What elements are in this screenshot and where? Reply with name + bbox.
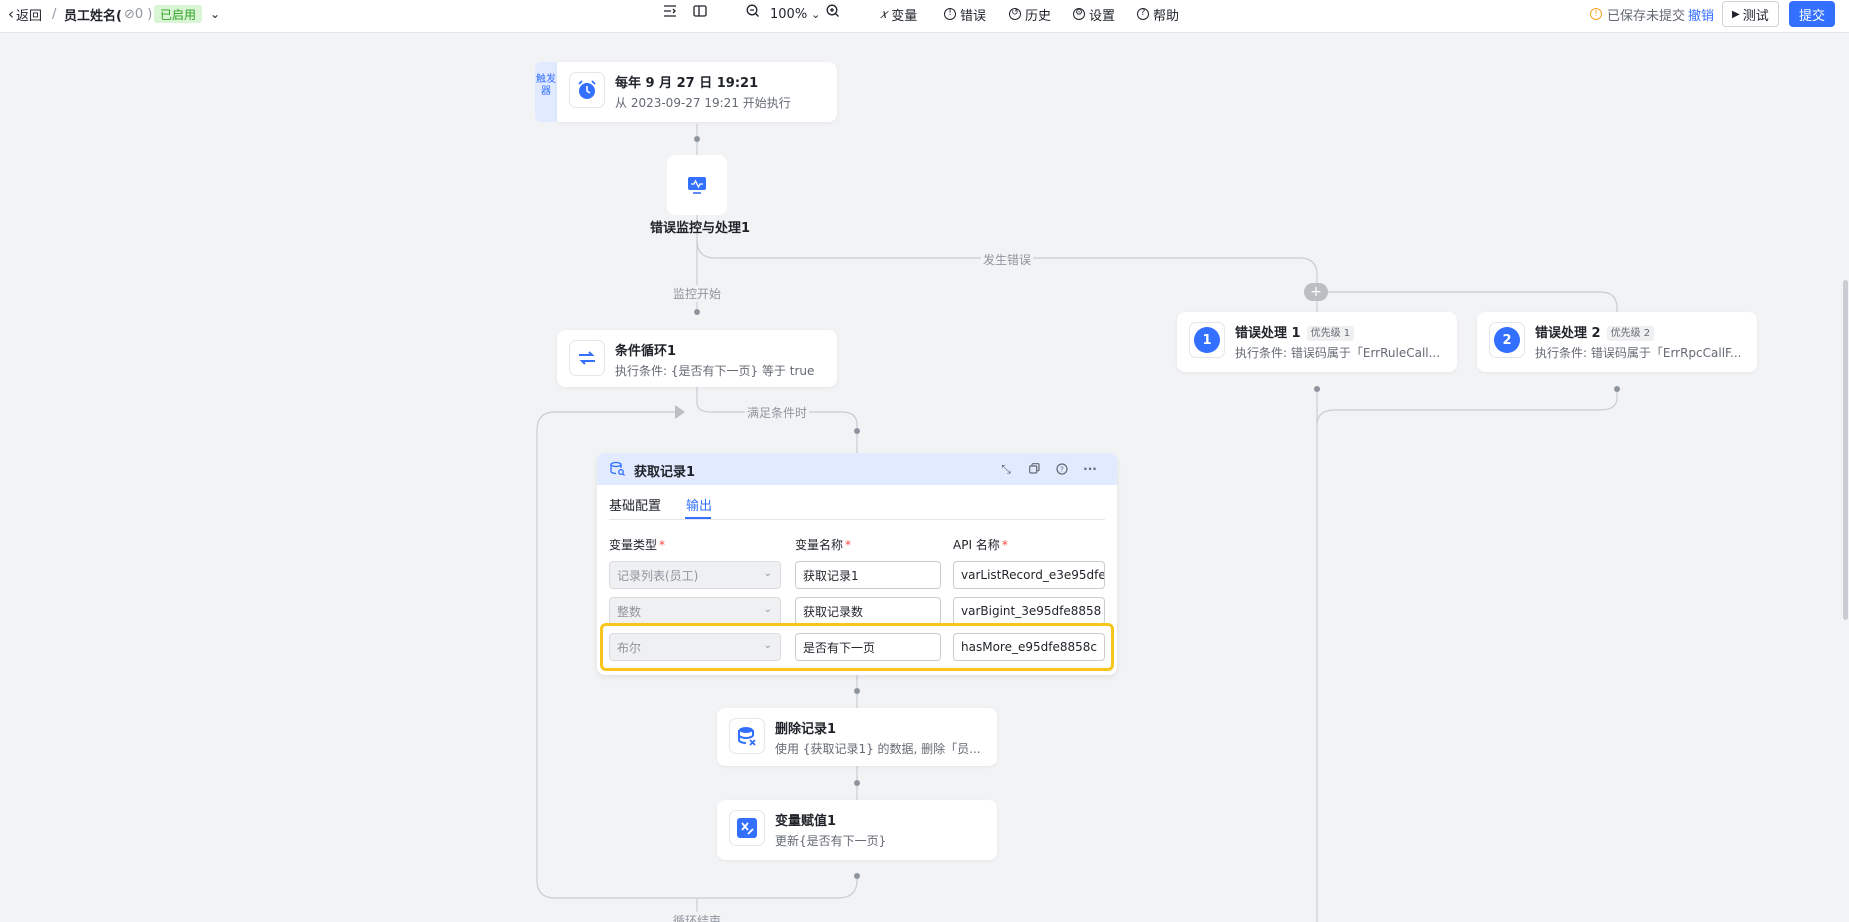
col-header-var-name: 变量名称 * xyxy=(795,536,851,553)
priority-badge: 优先级 2 xyxy=(1606,326,1655,341)
var-type-select[interactable]: 记录列表(员工) ⌄ xyxy=(609,561,781,589)
error-handler-title-text: 错误处理 1 xyxy=(1235,326,1301,341)
col-header-text: 变量类型 xyxy=(609,538,658,552)
var-type-value: 记录列表(员工) xyxy=(617,568,699,583)
panel-title: 获取记录1 xyxy=(634,465,696,480)
panel-header: 获取记录1 ⤡ ? ··· xyxy=(597,453,1117,485)
edge-label-loop-end: 循环结束 xyxy=(671,912,724,922)
required-mark: * xyxy=(1001,538,1008,552)
trigger-tag: 触发器 xyxy=(535,62,557,122)
vertical-scrollbar[interactable] xyxy=(1843,280,1848,620)
error-handler-badge: 1 xyxy=(1189,322,1225,358)
loop-title: 条件循环1 xyxy=(615,344,677,359)
priority-number: 1 xyxy=(1194,327,1220,353)
tab-basic-config[interactable]: 基础配置 xyxy=(609,495,661,514)
trigger-desc: 从 2023-09-27 19:21 开始执行 xyxy=(615,96,791,110)
database-search-icon xyxy=(609,461,625,481)
tab-active-indicator xyxy=(685,517,711,519)
trigger-title: 每年 9 月 27 日 19:21 xyxy=(615,76,759,91)
col-header-text: API 名称 xyxy=(953,538,1000,552)
edge-label-condition-met: 满足条件时 xyxy=(745,404,810,421)
assign-desc: 更新{是否有下一页} xyxy=(775,834,887,848)
add-branch-button[interactable]: + xyxy=(1304,283,1328,301)
var-type-value: 整数 xyxy=(617,604,642,619)
error-handler-badge: 2 xyxy=(1489,322,1525,358)
edge-label-on-error: 发生错误 xyxy=(981,251,1034,268)
col-header-api-name: API 名称 * xyxy=(953,536,1008,553)
alarm-clock-icon xyxy=(569,72,605,108)
more-icon[interactable]: ··· xyxy=(1081,460,1099,478)
assign-title: 变量赋值1 xyxy=(775,814,837,829)
loop-desc: 执行条件: {是否有下一页} 等于 true xyxy=(615,364,815,378)
delete-records-node[interactable]: 删除记录1 使用 {获取记录1} 的数据, 删除「员... xyxy=(717,708,997,766)
highlight-box xyxy=(600,623,1114,671)
error-handler-node[interactable]: 2 错误处理 2 优先级 2 执行条件: 错误码属于「ErrRpcCallF... xyxy=(1477,312,1757,372)
tab-output[interactable]: 输出 xyxy=(686,495,712,514)
var-type-select[interactable]: 整数 ⌄ xyxy=(609,597,781,625)
error-handler-desc: 执行条件: 错误码属于「ErrRpcCallF... xyxy=(1535,346,1742,360)
priority-badge: 优先级 1 xyxy=(1306,326,1355,341)
variable-assign-icon xyxy=(729,810,765,846)
help-icon[interactable]: ? xyxy=(1053,460,1071,478)
trigger-node[interactable]: 每年 9 月 27 日 19:21 从 2023-09-27 19:21 开始执… xyxy=(557,62,837,122)
priority-number: 2 xyxy=(1494,327,1520,353)
error-monitor-label: 错误监控与处理1 xyxy=(650,221,751,236)
col-header-var-type: 变量类型 * xyxy=(609,536,665,553)
loop-icon xyxy=(569,340,605,376)
var-name-input[interactable]: 获取记录1 xyxy=(795,561,941,589)
tab-divider xyxy=(609,519,1105,520)
database-delete-icon xyxy=(729,718,765,754)
error-handler-title-text: 错误处理 2 xyxy=(1535,326,1601,341)
error-handler-desc: 执行条件: 错误码属于「ErrRuleCall... xyxy=(1235,346,1441,360)
delete-title: 删除记录1 xyxy=(775,722,837,737)
copy-icon[interactable] xyxy=(1025,460,1043,478)
monitor-icon xyxy=(688,177,706,194)
error-handler-title: 错误处理 1 优先级 1 xyxy=(1235,322,1355,341)
col-header-text: 变量名称 xyxy=(795,538,844,552)
error-handler-node[interactable]: 1 错误处理 1 优先级 1 执行条件: 错误码属于「ErrRuleCall... xyxy=(1177,312,1457,372)
collapse-icon[interactable]: ⤡ xyxy=(997,460,1015,478)
error-handler-title: 错误处理 2 优先级 2 xyxy=(1535,322,1655,341)
svg-text:?: ? xyxy=(1060,466,1064,474)
api-name-input[interactable]: varListRecord_e3e95dfe xyxy=(953,561,1105,589)
api-name-input[interactable]: varBigint_3e95dfe8858 xyxy=(953,597,1105,625)
required-mark: * xyxy=(659,538,666,552)
error-monitor-node[interactable] xyxy=(667,155,727,215)
required-mark: * xyxy=(845,538,852,552)
assign-variable-node[interactable]: 变量赋值1 更新{是否有下一页} xyxy=(717,800,997,860)
chevron-down-icon: ⌄ xyxy=(763,604,772,615)
delete-desc: 使用 {获取记录1} 的数据, 删除「员... xyxy=(775,742,981,756)
edge-label-monitor-start: 监控开始 xyxy=(671,285,724,302)
var-name-input[interactable]: 获取记录数 xyxy=(795,597,941,625)
chevron-down-icon: ⌄ xyxy=(763,568,772,579)
loop-node[interactable]: 条件循环1 执行条件: {是否有下一页} 等于 true xyxy=(557,330,837,387)
